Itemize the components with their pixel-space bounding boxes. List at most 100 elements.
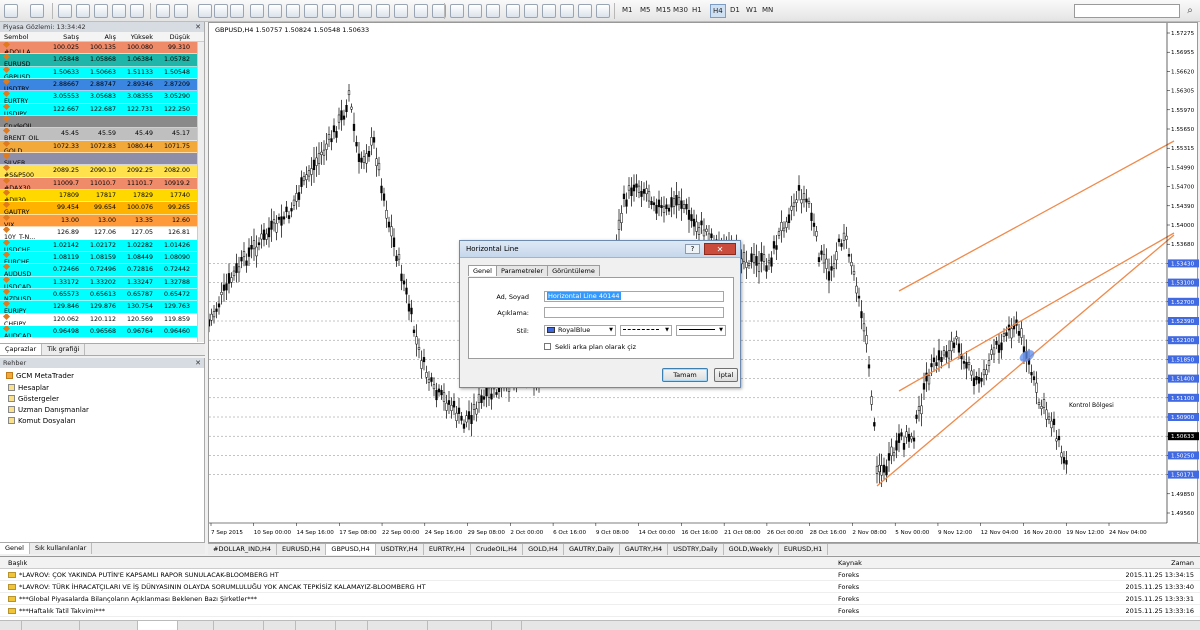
terminal-tab[interactable] <box>296 621 336 630</box>
chart-tab[interactable]: GOLD,H4 <box>523 544 564 555</box>
timeframe-m15[interactable]: M15 <box>656 6 671 14</box>
vertical-line-icon[interactable] <box>198 4 212 18</box>
channel-icon[interactable] <box>250 4 264 18</box>
new-order-icon[interactable] <box>4 4 18 18</box>
tab-visualization[interactable]: Görüntüleme <box>547 265 600 276</box>
market-watch-row[interactable]: GOLD 1072.33 1072.83 1080.44 1071.75 <box>0 140 204 154</box>
nav-item-scripts[interactable]: Komut Dosyaları <box>8 417 76 425</box>
cursor-icon[interactable] <box>156 4 170 18</box>
search-icon[interactable]: ⌕ <box>1183 4 1197 18</box>
nav-item-metatrader[interactable]: GCM MetaTrader <box>6 372 74 380</box>
name-field[interactable]: Horizontal Line 40144 <box>544 291 724 302</box>
column-header-symbol[interactable]: Sembol <box>0 32 45 41</box>
text-label-icon[interactable] <box>304 4 318 18</box>
color-select[interactable]: RoyalBlue ▼ <box>544 325 616 336</box>
chart-tab[interactable]: GBPUSD,H4 <box>326 544 376 555</box>
market-watch-row[interactable]: USDCHF 1.02142 1.02172 1.02282 1.01426 <box>0 239 204 252</box>
timeframe-d1[interactable]: D1 <box>730 6 740 14</box>
terminal-tab[interactable] <box>492 621 522 630</box>
line-chart-icon[interactable] <box>542 4 556 18</box>
market-watch-row[interactable]: #S&P500 2089.25 2090.10 2092.25 2082.00 <box>0 165 204 178</box>
market-watch-row[interactable]: AUDCAD 0.96498 0.96568 0.96764 0.96460 <box>0 325 204 339</box>
chart-tab[interactable]: USDTRY,Daily <box>668 544 724 555</box>
timeframe-h4[interactable]: H4 <box>710 4 726 18</box>
crosshair-icon[interactable] <box>174 4 188 18</box>
data-window-icon[interactable] <box>76 4 90 18</box>
rectangle-icon[interactable] <box>358 4 372 18</box>
auto-scroll-icon[interactable] <box>560 4 574 18</box>
help-icon[interactable]: ? <box>685 244 700 254</box>
strategy-tester-icon[interactable] <box>130 4 144 18</box>
terminal-tab[interactable] <box>214 621 264 630</box>
market-watch-row[interactable]: EURJPY 129.846 129.876 130.754 129.763 <box>0 301 204 314</box>
terminal-tab-news[interactable] <box>138 621 178 630</box>
column-header-time[interactable]: Zaman <box>1122 557 1200 568</box>
market-watch-row[interactable]: EURTRY 3.05553 3.05683 3.08355 3.05290 <box>0 91 204 104</box>
chart-tab[interactable]: EURUSD,H4 <box>277 544 327 555</box>
timeframe-mn[interactable]: MN <box>762 6 773 14</box>
pencil-icon[interactable] <box>394 4 408 18</box>
market-watch-row[interactable]: #DOLLA... 100.025 100.135 100.080 99.310 <box>0 42 204 55</box>
market-watch-row[interactable]: USDCAD 1.33172 1.33202 1.33247 1.32788 <box>0 276 204 289</box>
terminal-tab[interactable] <box>22 621 80 630</box>
column-header-high[interactable]: Yüksek <box>119 32 156 41</box>
tab-parameters[interactable]: Parametreler <box>495 265 549 276</box>
zoom-in-icon[interactable] <box>450 4 464 18</box>
market-watch-row[interactable]: EURUSD 1.05848 1.05868 1.06384 1.05782 <box>0 54 204 67</box>
news-row[interactable]: ***Global Piyasalarda Bilançoların Açıkl… <box>0 593 1200 605</box>
terminal-tab[interactable] <box>178 621 214 630</box>
terminal-icon[interactable] <box>112 4 126 18</box>
chart-tab[interactable]: EURTRY,H4 <box>424 544 471 555</box>
triangle-icon[interactable] <box>376 4 390 18</box>
terminal-tab[interactable] <box>264 621 296 630</box>
nav-item-indicators[interactable]: Göstergeler <box>8 395 59 403</box>
arrow-icon[interactable] <box>322 4 336 18</box>
timeframe-m5[interactable]: M5 <box>640 6 651 14</box>
horizontal-line-icon[interactable] <box>214 4 228 18</box>
line-width-select[interactable]: ▼ <box>676 325 726 336</box>
timeframe-h1[interactable]: H1 <box>692 6 702 14</box>
terminal-tab[interactable] <box>336 621 368 630</box>
palette-icon[interactable] <box>414 4 428 18</box>
chart-tab[interactable]: #DOLLAR_IND,H4 <box>208 544 278 555</box>
terminal-tab[interactable] <box>0 621 22 630</box>
chart-tab[interactable]: EURUSD,H1 <box>779 544 829 555</box>
market-watch-row[interactable]: SILVER <box>0 153 204 166</box>
market-watch-row[interactable]: CrudeOIL <box>0 116 204 129</box>
column-header-low[interactable]: Düşük <box>156 32 193 41</box>
close-icon[interactable]: ✕ <box>704 243 736 255</box>
tab-favorites[interactable]: Sık kullanılanlar <box>30 543 93 554</box>
market-watch-row[interactable]: AUDUSD 0.72466 0.72496 0.72816 0.72442 <box>0 264 204 277</box>
market-watch-scrollbar[interactable] <box>197 42 204 342</box>
background-checkbox[interactable] <box>544 343 551 350</box>
candlesticks-icon[interactable] <box>524 4 538 18</box>
chart-tab[interactable]: GAUTRY,H4 <box>620 544 669 555</box>
cancel-button[interactable]: İptal <box>714 368 738 382</box>
market-watch-icon[interactable] <box>58 4 72 18</box>
terminal-tab[interactable] <box>80 621 138 630</box>
column-header-title[interactable]: Başlık <box>0 557 835 568</box>
news-row[interactable]: ***Haftalık Tatil Takvimi*** Foreks 2015.1… <box>0 605 1200 617</box>
chart-tab[interactable]: GAUTRY,Daily <box>564 544 620 555</box>
market-watch-row[interactable]: NZDUSD 0.65573 0.65613 0.65787 0.65472 <box>0 288 204 302</box>
ok-button[interactable]: Tamam <box>662 368 708 382</box>
timeframe-m30[interactable]: M30 <box>673 6 688 14</box>
text-icon[interactable] <box>286 4 300 18</box>
timeframe-m1[interactable]: M1 <box>622 6 633 14</box>
column-header-bid[interactable]: Satış <box>45 32 82 41</box>
chart-tab[interactable]: CrudeOIL,H4 <box>471 544 524 555</box>
news-row[interactable]: *LAVROV: ÇOK YAKINDA PUTİN'E KAPSAMLI RA… <box>0 569 1200 581</box>
search-input[interactable] <box>1074 4 1180 18</box>
tile-windows-icon[interactable] <box>486 4 500 18</box>
trend-line-icon[interactable] <box>230 4 244 18</box>
tab-general[interactable]: Genel <box>0 543 30 554</box>
chart-tab[interactable]: USDTRY,H4 <box>376 544 424 555</box>
navigator-icon[interactable] <box>94 4 108 18</box>
market-watch-row[interactable]: BRENT_OIL 45.45 45.59 45.49 45.17 <box>0 128 204 141</box>
close-icon[interactable]: ✕ <box>195 22 201 32</box>
news-row[interactable]: *LAVROV: TÜRK İHRACATÇILARI VE İŞ DÜNYAS… <box>0 581 1200 593</box>
line-style-select[interactable]: ▼ <box>620 325 672 336</box>
market-watch-row[interactable]: CHFJPY 120.062 120.112 120.569 119.859 <box>0 313 204 326</box>
close-icon[interactable]: ✕ <box>195 358 201 368</box>
market-watch-row[interactable]: USDJPY 122.667 122.687 122.731 122.250 <box>0 103 204 117</box>
